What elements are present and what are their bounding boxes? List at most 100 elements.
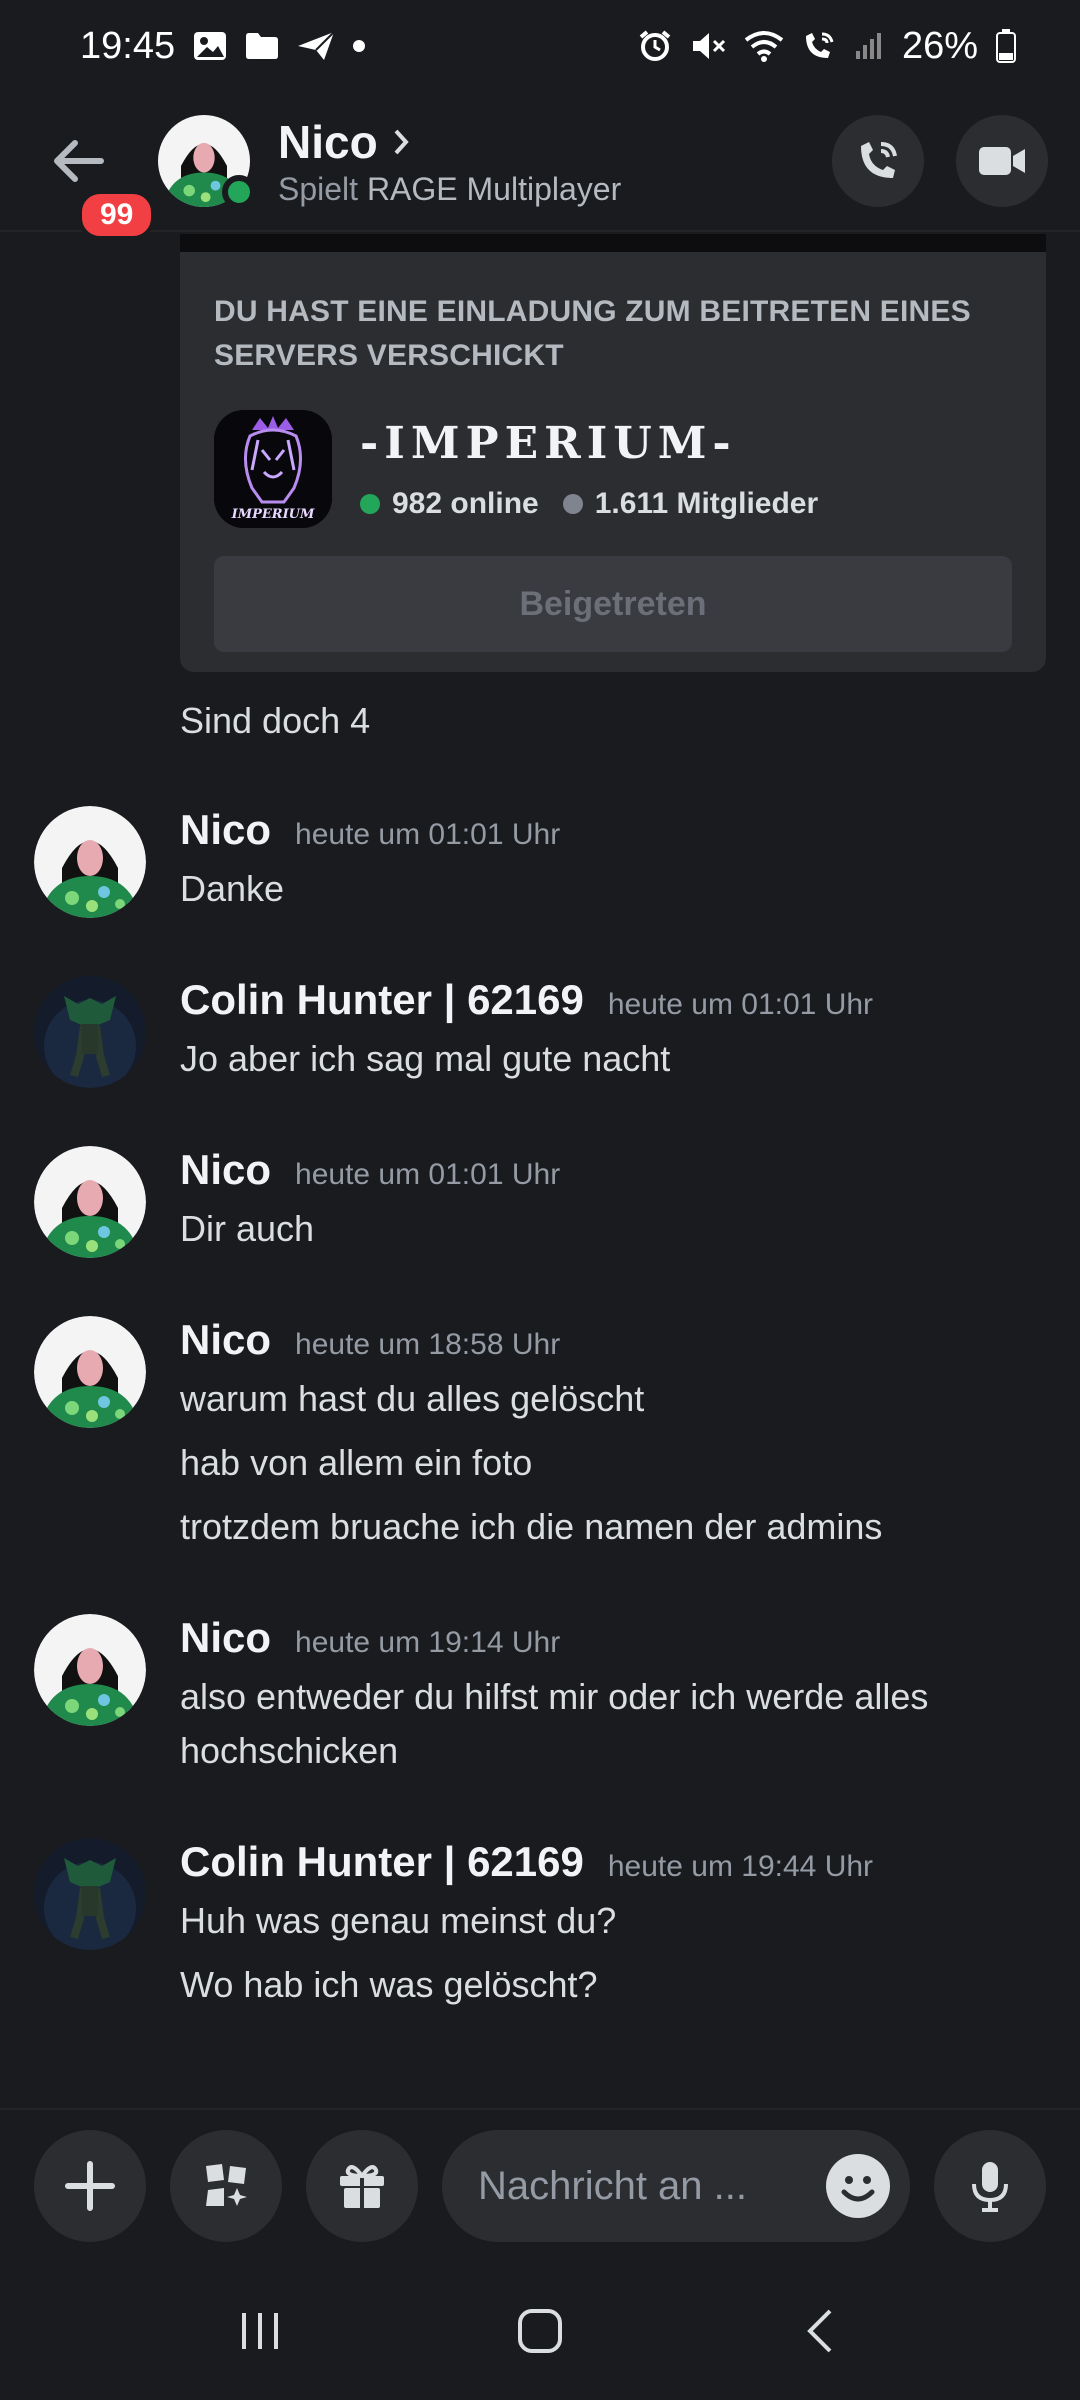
server-logo: IMPERIUM bbox=[214, 410, 332, 528]
back-button[interactable]: 99 bbox=[32, 116, 156, 240]
message-text: trotzdem bruache ich die namen der admin… bbox=[180, 1506, 883, 1547]
arrow-left-icon bbox=[54, 140, 104, 182]
members-dot bbox=[562, 493, 583, 514]
avatar[interactable] bbox=[34, 1614, 146, 1726]
message-text: hab von allem ein foto bbox=[180, 1442, 533, 1483]
battery-percent: 26% bbox=[901, 24, 978, 67]
send-icon bbox=[297, 31, 335, 61]
message-composer: Nachricht an ... bbox=[0, 2108, 1080, 2262]
message-text: Jo aber ich sag mal gute nacht bbox=[180, 1038, 671, 1079]
message-timestamp: heute um 19:14 Uhr bbox=[295, 1626, 561, 1659]
gift-button[interactable] bbox=[306, 2130, 418, 2242]
system-back-button[interactable] bbox=[760, 2281, 880, 2381]
message-timestamp: heute um 18:58 Uhr bbox=[295, 1328, 561, 1361]
message-body: Nico heute um 01:01 Uhr Danke bbox=[180, 806, 1040, 916]
server-icon[interactable]: IMPERIUM bbox=[214, 410, 332, 528]
message-body: Colin Hunter | 62169 heute um 19:44 Uhr Hu… bbox=[180, 1838, 1040, 2012]
system-nav-bar bbox=[0, 2262, 1080, 2400]
message-body: Nico heute um 19:14 Uhr also entweder du h… bbox=[180, 1614, 1040, 1778]
avatar[interactable] bbox=[34, 1316, 146, 1428]
online-status-dot bbox=[222, 175, 256, 209]
phone-icon bbox=[861, 142, 897, 178]
header-title-area[interactable]: Nico Spielt RAGE Multiplayer bbox=[278, 115, 800, 208]
message-author[interactable]: Nico bbox=[180, 1614, 271, 1662]
message-text: Wo hab ich was gelöscht? bbox=[180, 1964, 598, 2005]
apps-button[interactable] bbox=[170, 2130, 282, 2242]
online-count: 982 online bbox=[392, 486, 539, 520]
message-body: Nico heute um 01:01 Uhr Dir auch bbox=[180, 1146, 1040, 1256]
mute-icon bbox=[690, 29, 726, 63]
recent-apps-icon bbox=[242, 2313, 278, 2349]
chevron-left-icon bbox=[807, 2309, 832, 2353]
message-text: hochschicken bbox=[180, 1730, 399, 1771]
message-text: Huh was genau meinst du? bbox=[180, 1900, 617, 1941]
embed-image-strip bbox=[180, 234, 1046, 252]
message-author[interactable]: Nico bbox=[180, 1146, 271, 1194]
home-button[interactable] bbox=[480, 2281, 600, 2381]
message-timestamp: heute um 01:01 Uhr bbox=[607, 988, 874, 1021]
chevron-right-icon bbox=[394, 129, 409, 154]
video-camera-icon bbox=[979, 147, 1025, 175]
invite-heading: DU HAST EINE EINLADUNG ZUM BEITRETEN EIN… bbox=[214, 295, 971, 372]
message-body: Nico heute um 18:58 Uhr warum hast du alle… bbox=[180, 1316, 1040, 1554]
recent-apps-button[interactable] bbox=[200, 2281, 320, 2381]
apps-icon bbox=[206, 2164, 247, 2206]
message-text: Danke bbox=[180, 868, 285, 909]
plus-icon bbox=[65, 2161, 115, 2211]
home-icon bbox=[518, 2309, 562, 2353]
voice-call-button[interactable] bbox=[832, 115, 924, 207]
smiley-icon bbox=[841, 2176, 875, 2202]
alarm-icon bbox=[638, 29, 672, 63]
gift-icon bbox=[340, 2165, 384, 2208]
server-name: -IMPERIUM- bbox=[360, 417, 737, 469]
unread-badge: 99 bbox=[78, 190, 156, 240]
emoji-button[interactable] bbox=[826, 2154, 890, 2218]
avatar[interactable] bbox=[34, 976, 146, 1088]
avatar[interactable] bbox=[34, 806, 146, 918]
dot-icon bbox=[353, 40, 366, 52]
avatar-image bbox=[34, 976, 146, 1088]
header-name: Nico bbox=[278, 115, 378, 168]
add-attachment-button[interactable] bbox=[34, 2130, 146, 2242]
chat-header: 99 Nico Spielt RAGE Multiplayer bbox=[0, 92, 1080, 240]
gallery-icon bbox=[193, 31, 227, 61]
message-timestamp: heute um 19:44 Uhr bbox=[607, 1850, 874, 1883]
message-text: warum hast du alles gelöscht bbox=[180, 1378, 645, 1419]
message-text: Dir auch bbox=[180, 1208, 315, 1249]
avatar[interactable] bbox=[34, 1146, 146, 1258]
online-dot bbox=[360, 493, 380, 514]
microphone-icon bbox=[972, 2162, 1008, 2212]
message-author[interactable]: Nico bbox=[180, 1316, 271, 1364]
avatar-image bbox=[34, 806, 146, 918]
wifi-call-icon bbox=[802, 30, 836, 62]
message-input-placeholder: Nachricht an ... bbox=[478, 2163, 748, 2208]
message-input[interactable]: Nachricht an ... bbox=[442, 2130, 910, 2242]
voice-message-button[interactable] bbox=[934, 2130, 1046, 2242]
member-count: 1.611 Mitglieder bbox=[594, 486, 819, 520]
message-author[interactable]: Colin Hunter | 62169 bbox=[180, 1838, 584, 1886]
avatar-image bbox=[34, 1146, 146, 1258]
message-body: Colin Hunter | 62169 heute um 01:01 Uhr Jo… bbox=[180, 976, 1040, 1086]
clock: 19:45 bbox=[80, 24, 176, 67]
activity-game: RAGE Multiplayer bbox=[366, 170, 622, 207]
wifi-icon bbox=[744, 30, 784, 62]
battery-icon bbox=[996, 29, 1016, 63]
video-call-button[interactable] bbox=[956, 115, 1048, 207]
avatar-image bbox=[34, 1838, 146, 1950]
message-timestamp: heute um 01:01 Uhr bbox=[295, 1158, 561, 1191]
avatar[interactable] bbox=[34, 1838, 146, 1950]
message-author[interactable]: Colin Hunter | 62169 bbox=[180, 976, 584, 1024]
server-logo-text: IMPERIUM bbox=[231, 507, 315, 522]
avatar[interactable] bbox=[158, 115, 256, 209]
message-text: also entweder du hilfst mir oder ich wer… bbox=[180, 1676, 929, 1717]
activity-prefix: Spielt bbox=[278, 170, 359, 207]
signal-icon bbox=[854, 31, 884, 61]
activity-status: Spielt RAGE Multiplayer bbox=[278, 171, 800, 208]
message-author[interactable]: Nico bbox=[180, 806, 271, 854]
avatar-image bbox=[34, 1316, 146, 1428]
message-line: Sind doch 4 bbox=[180, 700, 371, 741]
folder-icon bbox=[245, 32, 279, 60]
message-timestamp: heute um 01:01 Uhr bbox=[295, 818, 561, 851]
joined-button[interactable]: Beigetreten bbox=[214, 556, 1012, 652]
status-bar: 19:45 26% bbox=[0, 0, 1080, 92]
